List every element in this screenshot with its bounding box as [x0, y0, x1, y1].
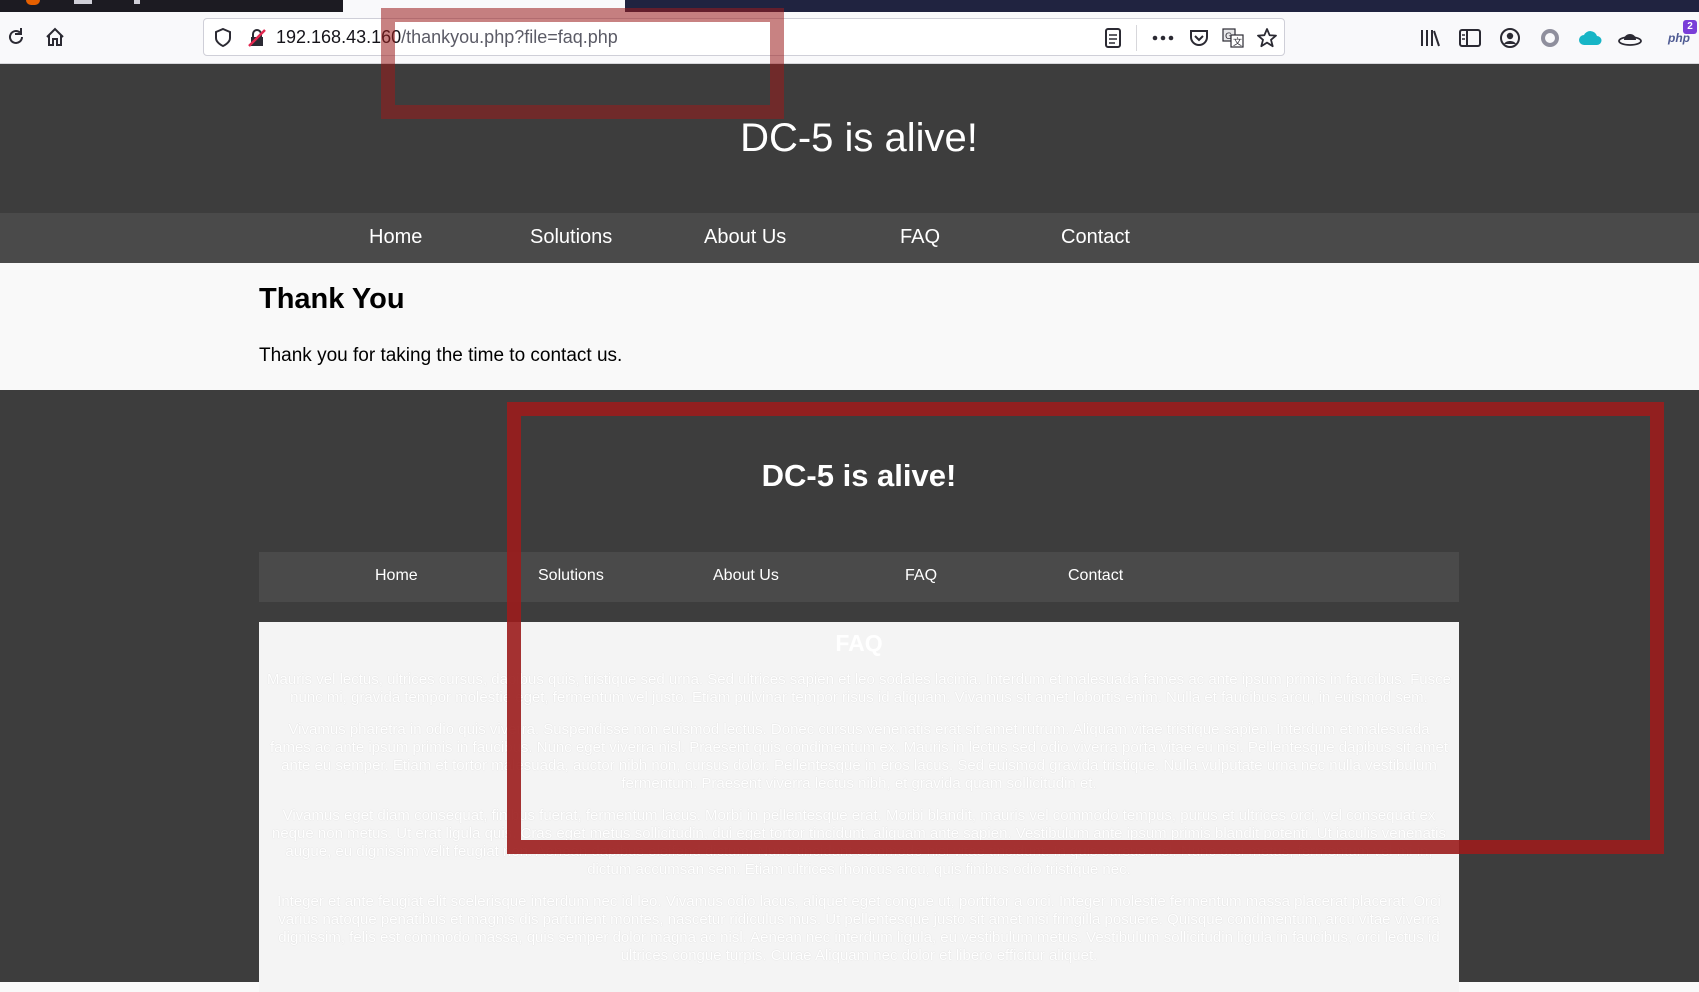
active-tab[interactable]	[343, 0, 625, 12]
faq-paragraph: Vivamus eget diam consequat, finibus fue…	[272, 807, 1446, 878]
insecure-lock-icon[interactable]	[247, 28, 267, 48]
included-file-region: DC-5 is alive! Home Solutions About Us F…	[0, 390, 1699, 992]
pocket-button[interactable]	[1188, 27, 1210, 49]
sidebar-icon	[1459, 29, 1481, 47]
included-nav-contact-link[interactable]: Contact	[1068, 567, 1123, 585]
nav-contact-link[interactable]: Contact	[1061, 226, 1130, 249]
pocket-icon	[1190, 30, 1208, 46]
site-title: DC-5 is alive!	[740, 116, 978, 160]
included-faq-panel: FAQ Mauris vel lectus, ultrices cursus, …	[259, 622, 1459, 992]
tab-page-icon	[74, 0, 92, 4]
library-icon	[1421, 30, 1440, 47]
translate-button[interactable]: G文	[1222, 27, 1244, 49]
extension-circle-icon	[1541, 29, 1559, 47]
nav-faq-link[interactable]: FAQ	[900, 226, 940, 249]
included-site-title: DC-5 is alive!	[761, 458, 957, 493]
home-icon	[46, 27, 64, 46]
browser-toolbar: 192.168.43.160/thankyou.php?file=faq.php…	[0, 12, 1699, 64]
included-nav-about-link[interactable]: About Us	[713, 567, 779, 585]
home-button[interactable]	[40, 22, 70, 52]
star-icon	[1257, 28, 1277, 48]
extension-button[interactable]	[1538, 26, 1562, 50]
url-host: 192.168.43.160	[276, 27, 402, 47]
faq-heading: FAQ	[835, 630, 883, 656]
web-page: DC-5 is alive! Home Solutions About Us F…	[0, 64, 1699, 992]
page-actions-button[interactable]	[1152, 27, 1174, 49]
shield-icon[interactable]	[214, 28, 232, 48]
included-nav-solutions-link[interactable]: Solutions	[538, 567, 604, 585]
account-button[interactable]	[1498, 26, 1522, 50]
site-header: DC-5 is alive!	[0, 64, 1699, 213]
nav-about-link[interactable]: About Us	[704, 226, 786, 249]
hat-extension-button[interactable]	[1618, 26, 1642, 50]
cloud-icon	[1579, 31, 1602, 45]
php-count-badge: 2	[1683, 20, 1697, 34]
account-icon	[1500, 28, 1520, 48]
svg-text:G: G	[1225, 32, 1232, 42]
included-nav: Home Solutions About Us FAQ Contact	[259, 552, 1459, 602]
library-button[interactable]	[1418, 26, 1442, 50]
page-heading: Thank You	[259, 283, 405, 315]
reader-view-icon	[1105, 28, 1121, 48]
translate-icon: G文	[1222, 28, 1244, 48]
tab-strip	[0, 0, 1699, 12]
page-body-text: Thank you for taking the time to contact…	[259, 345, 623, 366]
faq-paragraph: Mauris vel lectus, ultrices cursus, dapi…	[267, 671, 1451, 706]
sidebar-button[interactable]	[1458, 26, 1482, 50]
reload-icon	[9, 28, 23, 44]
nav-solutions-link[interactable]: Solutions	[530, 226, 612, 249]
tab-close-icon[interactable]	[134, 0, 140, 4]
bookmark-star-button[interactable]	[1256, 27, 1278, 49]
firefox-icon	[26, 0, 40, 5]
faq-paragraph: Integer et ante feugiat elit scelerisque…	[277, 893, 1441, 964]
reader-view-button[interactable]	[1102, 27, 1124, 49]
url-text[interactable]: 192.168.43.160/thankyou.php?file=faq.php	[276, 27, 618, 48]
faq-paragraph: Vivamus pharetra in odio quis viverra. S…	[269, 721, 1449, 792]
more-icon	[1152, 35, 1174, 41]
site-nav: Home Solutions About Us FAQ Contact	[0, 213, 1699, 263]
background-tab[interactable]	[0, 0, 343, 12]
main-content: Thank You Thank you for taking the time …	[0, 263, 1699, 390]
url-path: /thankyou.php?file=faq.php	[401, 27, 618, 47]
cloud-extension-button[interactable]	[1578, 26, 1602, 50]
included-nav-home-link[interactable]: Home	[375, 567, 418, 585]
svg-text:文: 文	[1233, 36, 1242, 48]
included-nav-faq-link[interactable]: FAQ	[905, 567, 937, 585]
hat-icon	[1618, 34, 1642, 46]
url-separator	[1136, 25, 1137, 51]
nav-home-link[interactable]: Home	[369, 226, 422, 249]
reload-button[interactable]	[1, 22, 31, 52]
url-bar[interactable]: 192.168.43.160/thankyou.php?file=faq.php…	[203, 18, 1285, 56]
